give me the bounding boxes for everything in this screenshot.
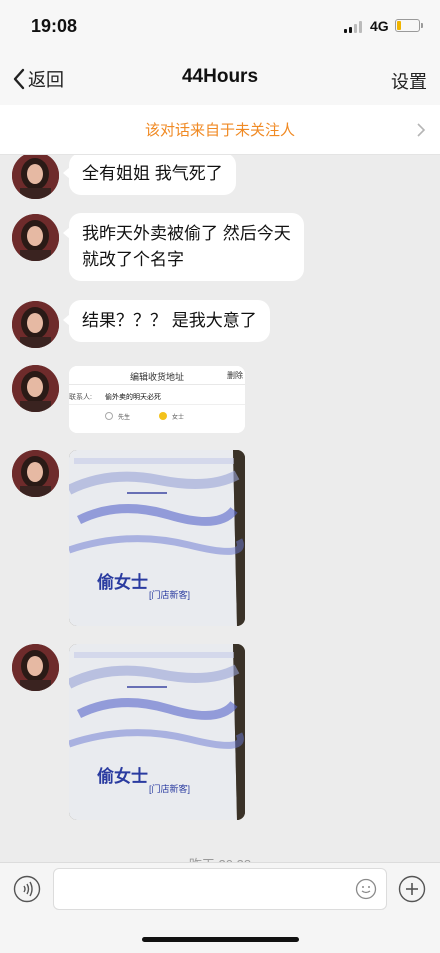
photo-label-text: 偷女士 [97,573,148,593]
network-type: 4G [370,18,389,34]
message-text: 全有姐姐 我气死了 [82,164,223,183]
message-text: 我昨天外卖被偷了 然后今天 [82,224,291,243]
message-timestamp: 昨天 20:38 [0,854,440,862]
screenshot-option-2: 女士 [172,415,185,421]
more-options-button[interactable] [398,875,426,908]
message-text: 结果？？？ 是我大意了 [82,311,257,330]
delivery-label-photo: 偷女士 [门店新客] [69,450,245,626]
battery-icon [395,19,423,32]
chevron-right-icon [417,123,426,137]
message-bubble[interactable]: 全有姐姐 我气死了 [63,155,236,195]
avatar[interactable] [12,644,59,691]
message-input[interactable] [53,868,387,910]
voice-button[interactable] [13,875,41,908]
voice-icon [13,875,41,903]
photo-label-tag: [门店新客] [149,784,191,794]
screenshot-contact-label: 联系人: [69,394,92,401]
settings-button[interactable]: 设置 [391,68,427,94]
address-screenshot-image: 编辑收货地址 删除 联系人: 偷外卖的明天必死 先生 女士 [69,366,245,433]
message-bubble[interactable]: 结果？？？ 是我大意了 [63,300,270,342]
avatar[interactable] [12,214,59,261]
image-message[interactable]: 编辑收货地址 删除 联系人: 偷外卖的明天必死 先生 女士 [69,366,245,433]
avatar[interactable] [12,450,59,497]
screenshot-title: 编辑收货地址 [129,372,184,382]
home-indicator[interactable] [142,937,299,942]
screenshot-option-1: 先生 [118,415,131,421]
photo-label-text: 偷女士 [97,767,148,787]
avatar[interactable] [12,155,59,199]
image-message[interactable]: 偷女士 [门店新客] [69,644,245,820]
notice-text: 该对话来自于未关注人 [144,122,295,139]
radio-selected-icon [159,412,167,420]
status-time: 19:08 [31,16,78,36]
screenshot-contact-value: 偷外卖的明天必死 [105,394,161,401]
message-bubble[interactable]: 我昨天外卖被偷了 然后今天 就改了个名字 [63,213,304,281]
delivery-label-photo: 偷女士 [门店新客] [69,644,245,820]
plus-icon [398,875,426,903]
avatar[interactable] [12,365,59,412]
stranger-notice-banner[interactable]: 该对话来自于未关注人 [0,105,440,155]
signal-icon [344,21,366,33]
status-bar: 19:08 4G [0,0,440,52]
screenshot-delete-label: 删除 [227,371,243,380]
emoji-button[interactable] [355,878,377,905]
radio-unselected-icon [105,412,113,420]
chat-screen: 19:08 4G 返回 44Hours 设置 该对话来自于未关注人 全有姐姐 我… [0,0,440,953]
message-list[interactable]: 全有姐姐 我气死了 我昨天外卖被偷了 然后今天 就改了个名字 结果？？？ 是我大… [0,155,440,862]
photo-label-tag: [门店新客] [149,590,191,600]
page-title: 44Hours [181,66,259,87]
message-text: 就改了个名字 [82,250,184,269]
image-message[interactable]: 偷女士 [门店新客] [69,450,245,626]
nav-bar: 返回 44Hours 设置 [0,52,440,105]
avatar[interactable] [12,301,59,348]
smiley-icon [355,878,377,900]
